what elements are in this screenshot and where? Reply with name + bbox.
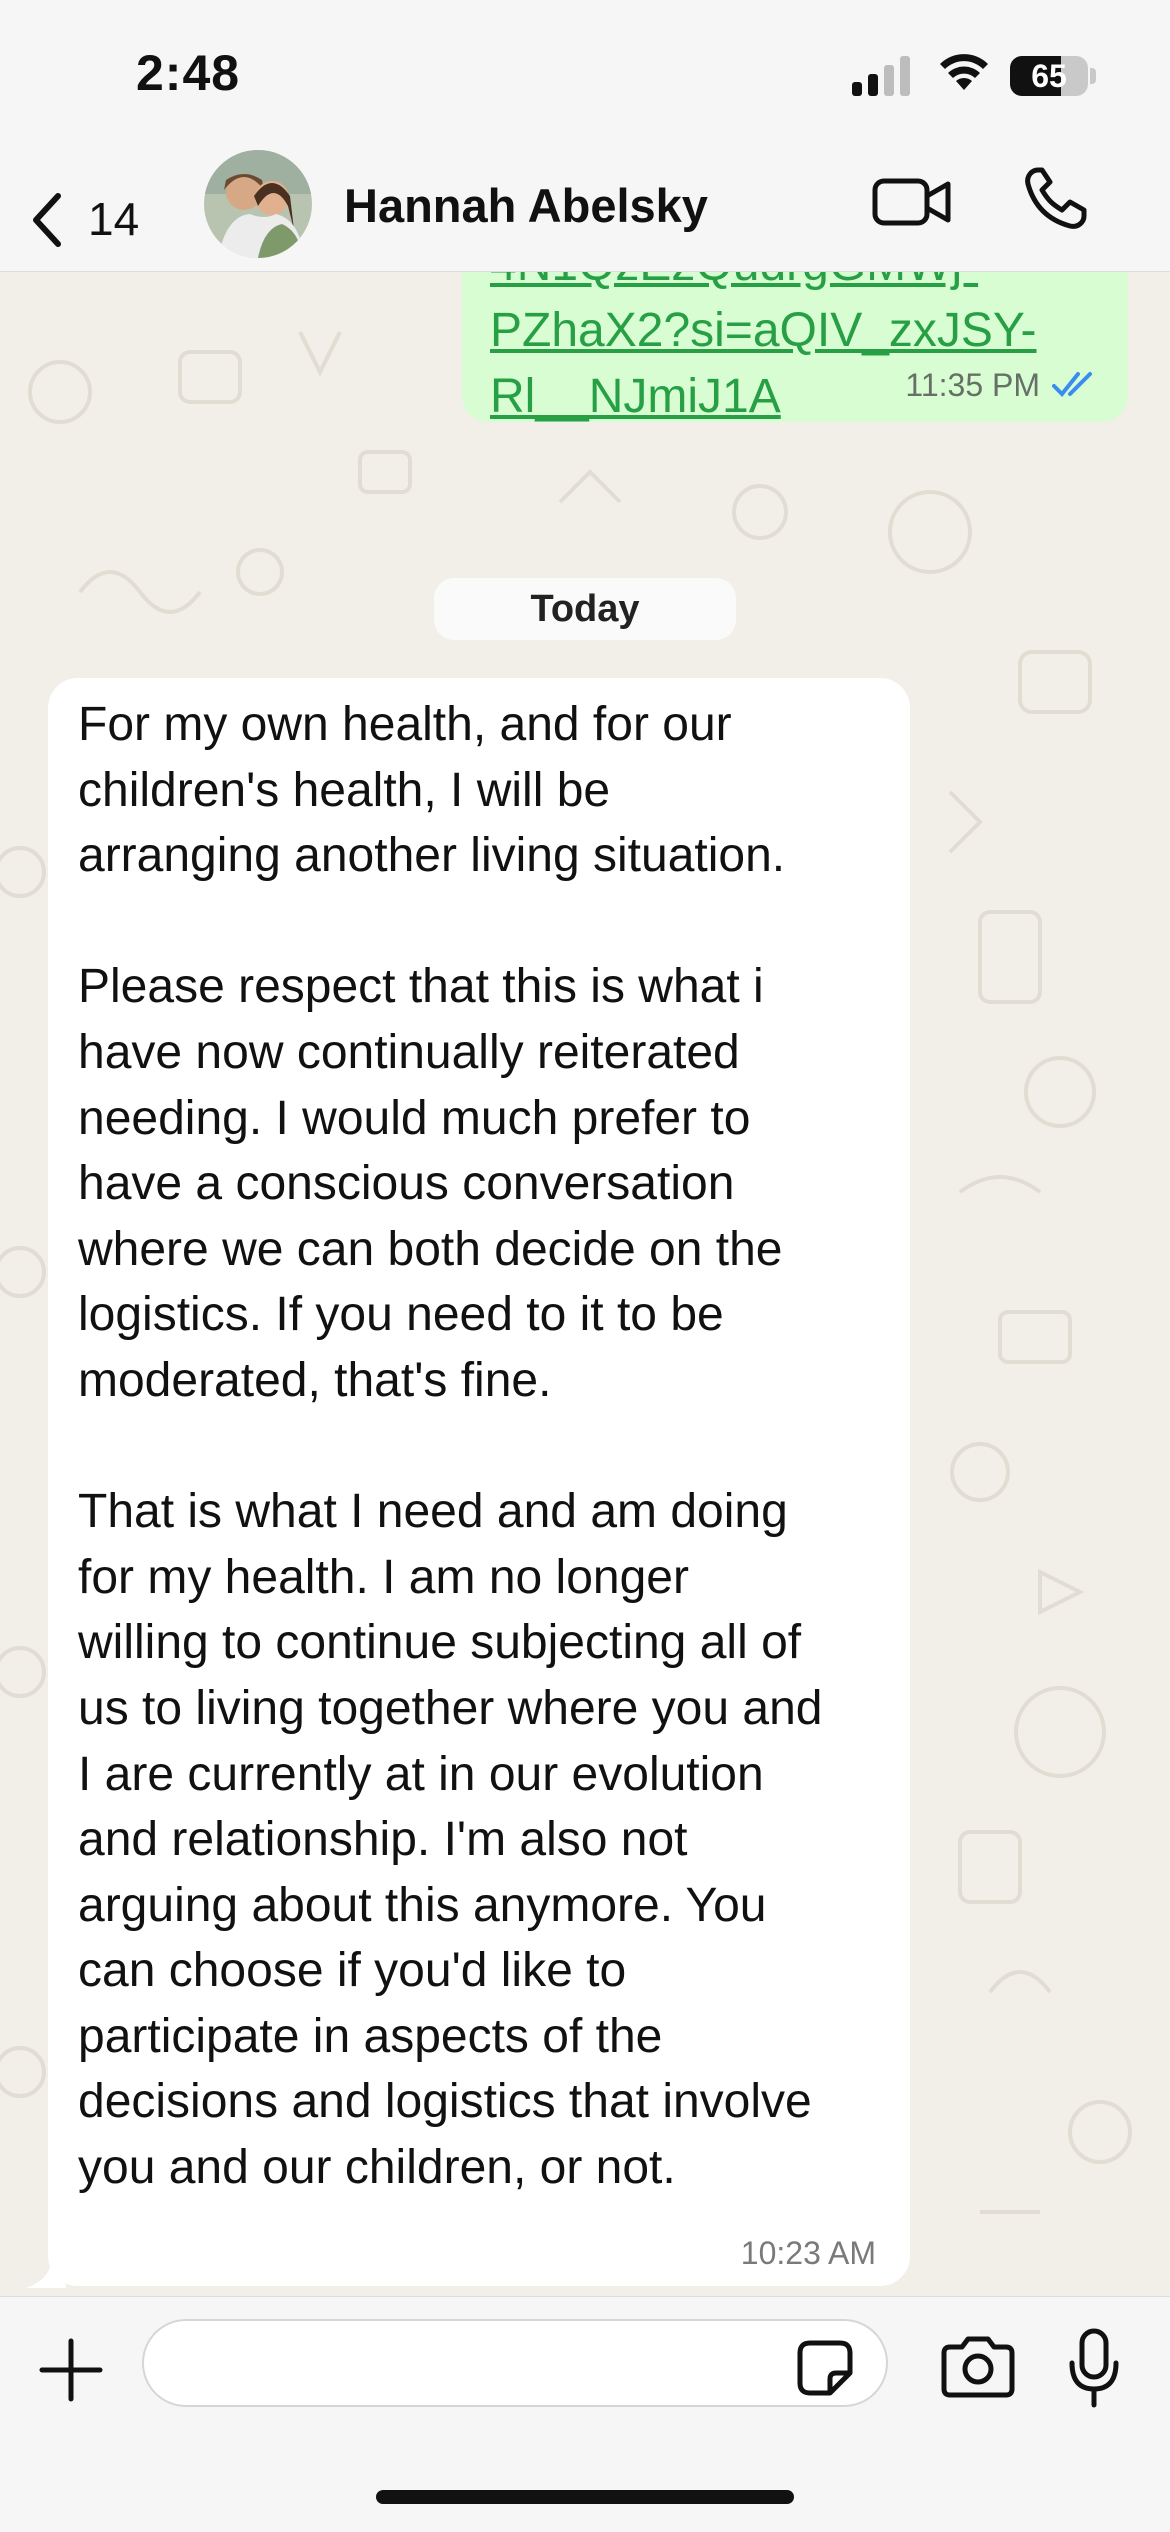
- status-time: 2:48: [136, 45, 241, 101]
- chat-area[interactable]: 4N1QzEzQudrgGMWj- PZhaX2?si=aQIV_zxJSY- …: [0, 272, 1170, 2296]
- video-camera-icon[interactable]: [872, 172, 952, 232]
- chat-header: 14 Hannah Abelsky: [0, 150, 1170, 272]
- message-timestamp: 11:35 PM: [905, 367, 1040, 403]
- message-text: For my own health, and for our children'…: [78, 698, 823, 2195]
- shared-link[interactable]: 4N1QzEzQudrgGMWj- PZhaX2?si=aQIV_zxJSY- …: [490, 272, 1090, 430]
- day-separator: Today: [434, 578, 736, 640]
- chevron-left-icon: [33, 193, 61, 247]
- cellular-signal-icon: [852, 56, 910, 96]
- battery-icon: 65: [1010, 56, 1088, 96]
- unread-count: 14: [88, 193, 140, 245]
- avatar-photo: [204, 150, 312, 258]
- message-input[interactable]: [142, 2319, 888, 2407]
- link-line[interactable]: PZhaX2?si=aQIV_zxJSY-: [490, 298, 1090, 364]
- camera-icon[interactable]: [940, 2335, 1016, 2399]
- status-bar: 2:48 65: [0, 0, 1170, 150]
- sticker-icon[interactable]: [796, 2339, 854, 2397]
- avatar[interactable]: [204, 150, 312, 258]
- message-timestamp: 10:23 AM: [740, 2235, 876, 2271]
- battery-level: 65: [1031, 58, 1067, 94]
- phone-icon[interactable]: [1020, 164, 1090, 234]
- incoming-message-bubble[interactable]: For my own health, and for our children'…: [48, 678, 910, 2286]
- contact-name[interactable]: Hannah Abelsky: [344, 178, 708, 233]
- read-receipt-icon: [1052, 372, 1092, 397]
- back-button[interactable]: 14: [22, 170, 162, 250]
- battery-tip: [1090, 68, 1096, 84]
- link-line[interactable]: 4N1QzEzQudrgGMWj-: [490, 272, 1090, 298]
- home-indicator[interactable]: [376, 2490, 794, 2504]
- microphone-icon[interactable]: [1066, 2327, 1122, 2409]
- outgoing-message-bubble[interactable]: 4N1QzEzQudrgGMWj- PZhaX2?si=aQIV_zxJSY- …: [462, 272, 1128, 423]
- plus-icon[interactable]: [38, 2337, 104, 2403]
- wifi-icon: [940, 54, 988, 90]
